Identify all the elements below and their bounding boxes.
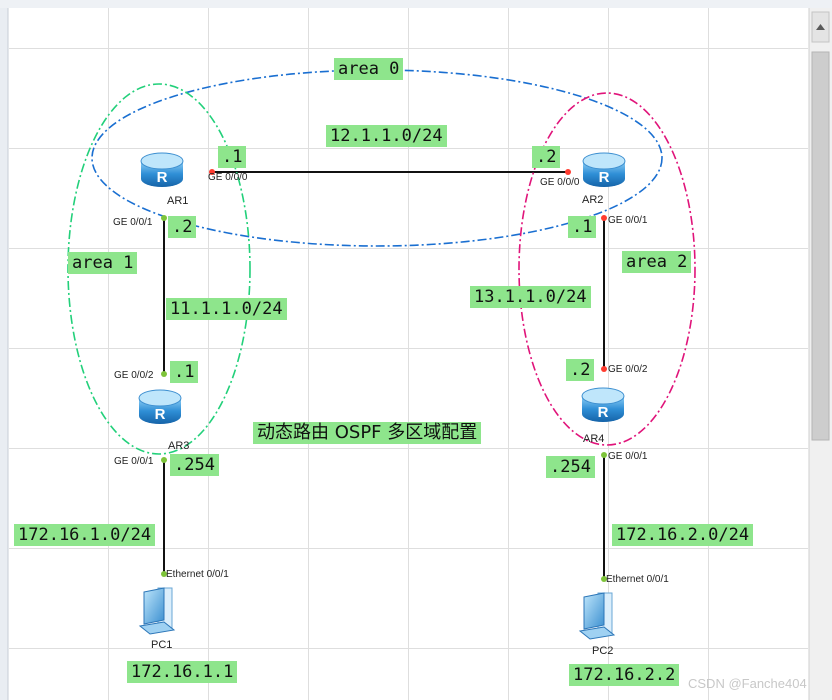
ar3-g001-ip: .254 [170,454,219,476]
svg-text:R: R [599,169,610,186]
network-13-label: 13.1.1.0/24 [470,286,591,308]
svg-text:R: R [155,406,166,423]
vertical-scrollbar[interactable] [808,8,832,700]
port-dot-ar3-g001 [161,457,167,463]
svg-text:R: R [598,404,609,421]
ar4-g001-ip: .254 [546,456,595,478]
watermark: CSDN @Fanche404 [688,676,807,691]
scrollbar-thumb[interactable] [811,51,830,441]
ar4-g002-port: GE 0/0/2 [608,364,648,375]
pc1-ip-label: 172.16.1.1 [127,661,238,683]
ar4-g002-ip: .2 [566,359,595,381]
ar1-g001-port: GE 0/0/1 [113,217,153,228]
topology-svg: R R R R [0,0,832,700]
ar4-g001-port: GE 0/0/1 [608,451,648,462]
ar4-name: AR4 [583,433,605,445]
network-lan1-label: 172.16.1.0/24 [14,524,156,546]
port-dot-ar2-g001 [601,215,607,221]
pc2-name: PC2 [592,645,614,657]
router-ar2-icon[interactable]: R [582,152,626,187]
ar3-g002-ip: .1 [170,361,199,383]
ar1-g000-ip: .1 [218,146,247,168]
pc2-eth-port: Ethernet 0/0/1 [606,574,669,585]
diagram-title: 动态路由 OSPF 多区域配置 [253,422,482,444]
ar2-g001-port: GE 0/0/1 [608,215,648,226]
router-ar3-icon[interactable]: R [138,389,182,424]
network-12-label: 12.1.1.0/24 [326,125,447,147]
topology-canvas: R R R R area 0 area 1 area 2 12.1.1.0/24… [0,0,832,700]
pc2-icon[interactable] [578,592,616,640]
ar3-name: AR3 [168,440,190,452]
pc1-icon[interactable] [138,587,176,635]
router-ar4-icon[interactable]: R [581,387,625,422]
pc2-ip-label: 172.16.2.2 [569,664,680,686]
port-dot-ar1-g001 [161,215,167,221]
router-ar1-icon[interactable]: R [140,152,184,187]
area1-label: area 1 [68,252,138,274]
ar2-g001-ip: .1 [568,216,597,238]
port-dot-ar4-g002 [601,366,607,372]
ar1-name: AR1 [167,195,189,207]
ar1-g000-port: GE 0/0/0 [208,172,248,183]
pc1-name: PC1 [151,639,173,651]
port-dot-ar3-g002 [161,371,167,377]
ar2-name: AR2 [582,194,604,206]
pc1-eth-port: Ethernet 0/0/1 [166,569,229,580]
ar1-g001-ip: .2 [168,216,197,238]
area0-label: area 0 [334,58,404,80]
network-11-label: 11.1.1.0/24 [166,298,287,320]
grid [0,0,832,700]
port-dot-ar4-g001 [601,452,607,458]
svg-text:R: R [157,169,168,186]
ar2-g000-ip: .2 [532,146,561,168]
area2-label: area 2 [622,251,692,273]
port-dot-ar2-g000 [565,169,571,175]
ar2-g000-port: GE 0/0/0 [540,177,580,188]
network-lan2-label: 172.16.2.0/24 [612,524,754,546]
ar3-g002-port: GE 0/0/2 [114,370,154,381]
ar3-g001-port: GE 0/0/1 [114,456,154,467]
